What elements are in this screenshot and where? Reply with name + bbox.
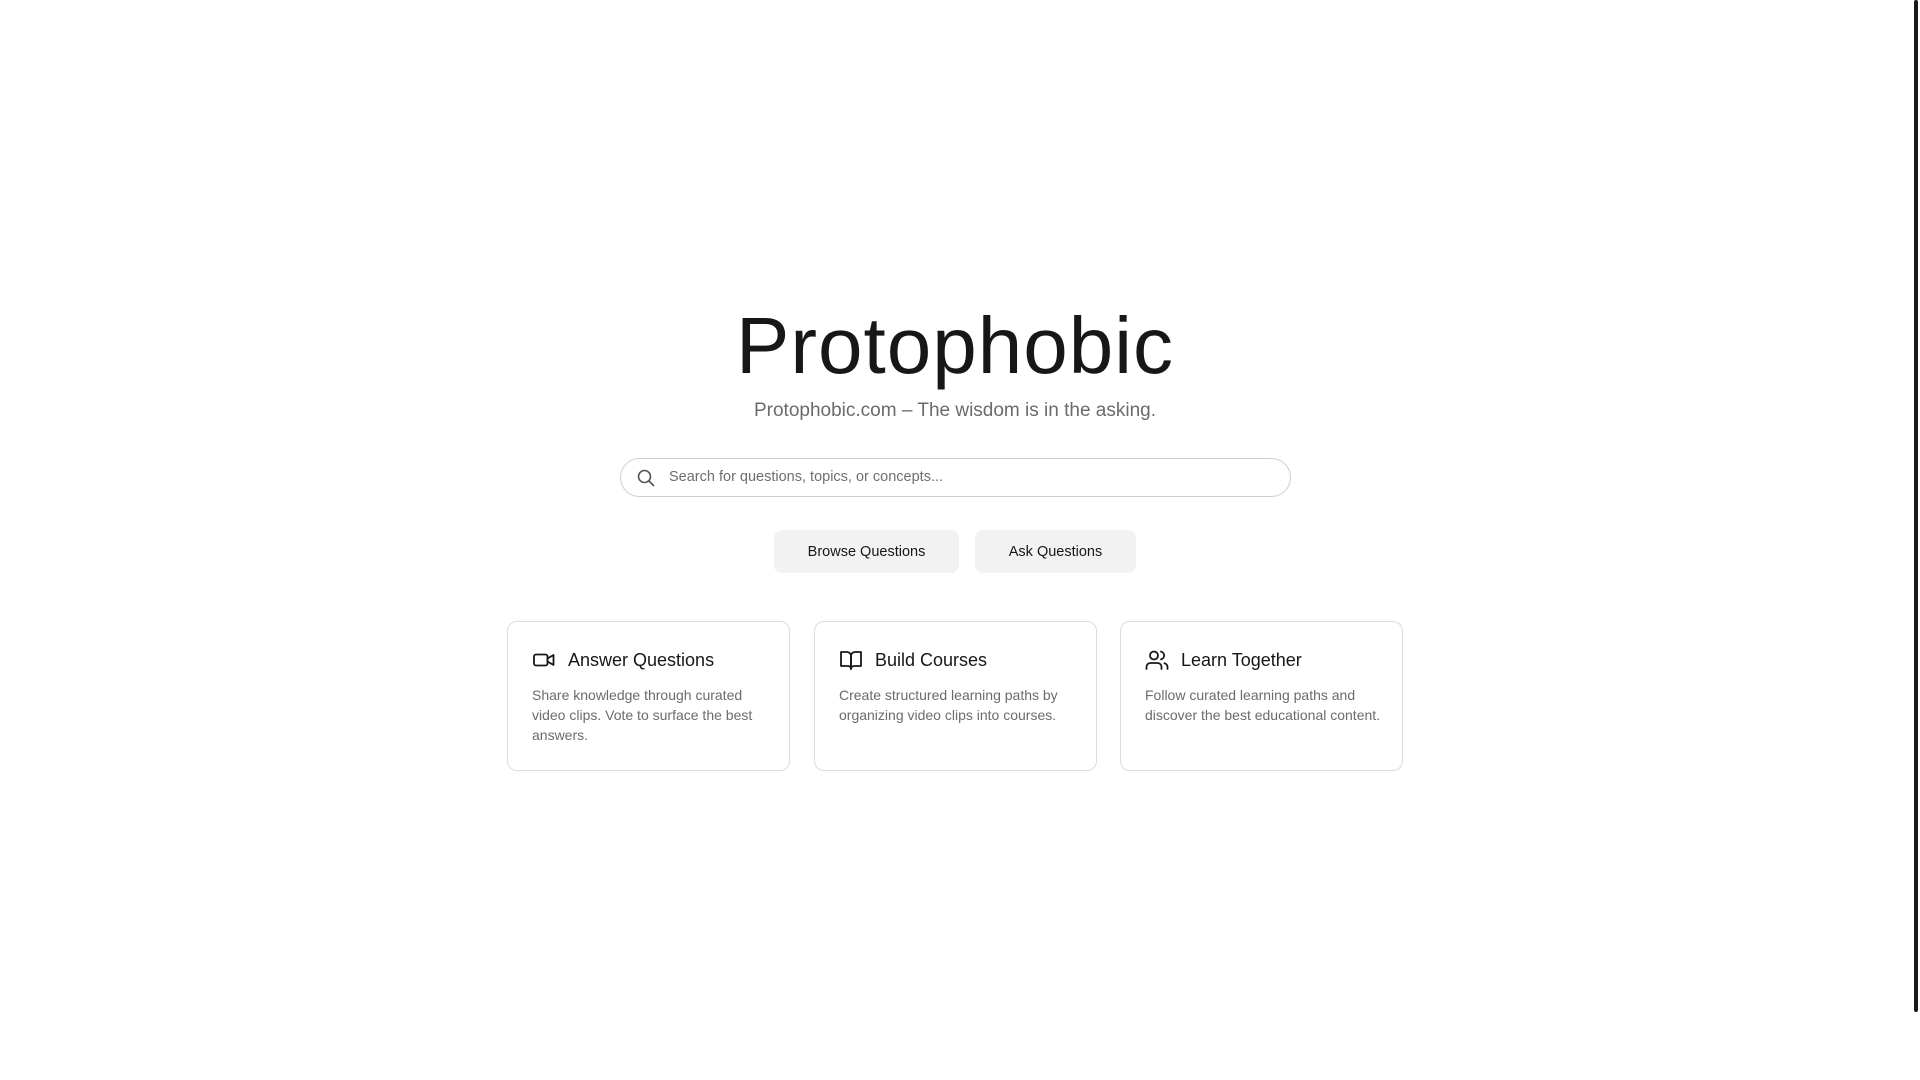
users-icon: [1145, 648, 1169, 672]
card-description: Follow curated learning paths and discov…: [1145, 687, 1381, 723]
feature-card-answer-questions: Answer Questions Share knowledge through…: [507, 621, 790, 771]
search-bar[interactable]: [620, 458, 1291, 497]
card-title: Learn Together: [1181, 649, 1302, 670]
card-title: Answer Questions: [568, 649, 715, 670]
card-title: Build Courses: [875, 649, 988, 670]
search-input[interactable]: [669, 459, 1269, 495]
ask-questions-button[interactable]: Ask Questions: [975, 530, 1136, 573]
video-camera-icon: [532, 648, 556, 672]
page-title: Protophobic: [736, 301, 1174, 390]
search-icon: [636, 468, 656, 488]
card-description: Create structured learning paths by orga…: [839, 687, 1058, 723]
card-header: Learn Together: [1145, 648, 1302, 672]
browse-questions-button[interactable]: Browse Questions: [774, 530, 959, 573]
card-description: Share knowledge through curated video cl…: [532, 687, 753, 743]
scrollbar-thumb[interactable]: [1914, 0, 1918, 1012]
feature-card-build-courses: Build Courses Create structured learning…: [814, 621, 1097, 771]
card-header: Answer Questions: [532, 648, 714, 672]
open-book-icon: [839, 648, 863, 672]
hero-section: Protophobic Protophobic.com – The wisdom…: [0, 0, 1910, 1080]
scrollbar[interactable]: [1912, 0, 1920, 1080]
feature-card-learn-together: Learn Together Follow curated learning p…: [1120, 621, 1403, 771]
page: Protophobic Protophobic.com – The wisdom…: [0, 0, 1920, 1080]
tagline: Protophobic.com – The wisdom is in the a…: [753, 400, 1156, 421]
card-header: Build Courses: [839, 648, 987, 672]
